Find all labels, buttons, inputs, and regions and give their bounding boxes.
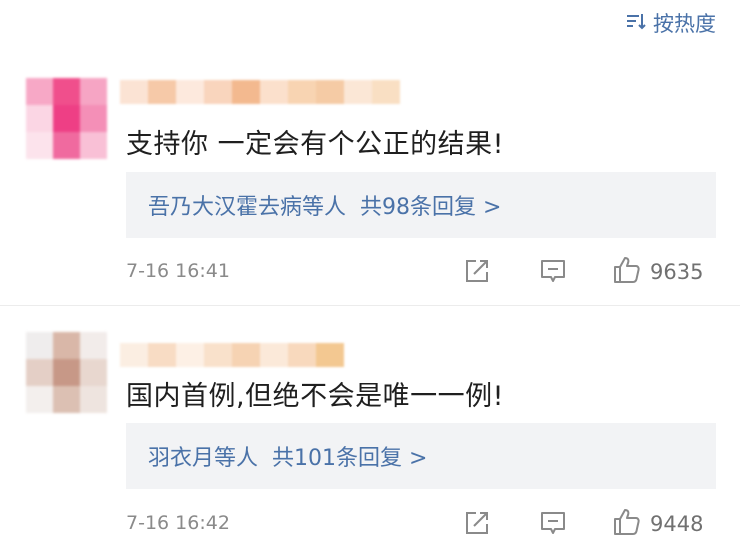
comment-time: 7-16 16:42	[126, 512, 230, 534]
reply-count-link[interactable]: 共98条回复 >	[360, 189, 501, 221]
comment-text: 国内首例,但绝不会是唯一一例!	[126, 381, 504, 412]
avatar-mosaic-cell	[26, 132, 53, 159]
username-mosaic-cell	[260, 80, 288, 104]
avatar-mosaic-cell	[53, 78, 80, 105]
divider	[0, 305, 740, 306]
avatar-mosaic-cell	[80, 78, 107, 105]
avatar[interactable]	[26, 78, 108, 160]
username-mosaic-cell	[148, 343, 176, 367]
username-mosaic-cell	[288, 80, 316, 104]
sort-icon	[625, 10, 647, 37]
username-mosaic-cell	[316, 80, 344, 104]
avatar[interactable]	[26, 332, 108, 414]
username-mosaic-cell	[260, 343, 288, 367]
username[interactable]	[120, 343, 344, 367]
username[interactable]	[120, 80, 400, 104]
thumbs-up-icon	[612, 255, 642, 289]
share-icon	[462, 256, 492, 290]
comment-icon	[538, 508, 568, 542]
comment-text: 支持你 一定会有个公正的结果!	[126, 129, 504, 160]
username-mosaic-cell	[120, 80, 148, 104]
avatar-mosaic-cell	[53, 332, 80, 359]
avatar-mosaic-cell	[26, 332, 53, 359]
comment-icon	[538, 256, 568, 290]
username-mosaic-cell	[232, 343, 260, 367]
reply-names: 羽衣月等人	[148, 446, 259, 471]
comment-time: 7-16 16:41	[126, 260, 230, 282]
avatar-mosaic-cell	[80, 105, 107, 132]
like-count: 9448	[650, 512, 704, 536]
reply-summary[interactable]: 吾乃大汉霍去病等人 共98条回复 >	[126, 172, 716, 238]
avatar-mosaic-cell	[80, 359, 107, 386]
avatar-mosaic-cell	[53, 105, 80, 132]
comment-button[interactable]	[538, 508, 568, 542]
reply-names: 吾乃大汉霍去病等人	[148, 195, 347, 220]
avatar-mosaic-cell	[26, 359, 53, 386]
avatar-mosaic-cell	[26, 78, 53, 105]
share-button[interactable]	[462, 508, 492, 542]
avatar-mosaic-cell	[80, 132, 107, 159]
like-button[interactable]: 9635	[612, 255, 703, 289]
like-count: 9635	[650, 260, 704, 284]
username-mosaic-cell	[288, 343, 316, 367]
username-mosaic-cell	[316, 343, 344, 367]
reply-summary[interactable]: 羽衣月等人 共101条回复 >	[126, 423, 716, 489]
sort-by-hot-button[interactable]: 按热度	[625, 8, 716, 38]
avatar-mosaic-cell	[80, 386, 107, 413]
comment-button[interactable]	[538, 256, 568, 290]
avatar-mosaic-cell	[53, 359, 80, 386]
avatar-mosaic-cell	[53, 132, 80, 159]
username-mosaic-cell	[204, 343, 232, 367]
avatar-mosaic-cell	[53, 386, 80, 413]
avatar-mosaic-cell	[80, 332, 107, 359]
username-mosaic-cell	[344, 80, 372, 104]
username-mosaic-cell	[372, 80, 400, 104]
avatar-mosaic-cell	[26, 386, 53, 413]
thumbs-up-icon	[612, 507, 642, 541]
username-mosaic-cell	[204, 80, 232, 104]
username-mosaic-cell	[120, 343, 148, 367]
sort-label: 按热度	[653, 12, 716, 36]
username-mosaic-cell	[176, 343, 204, 367]
username-mosaic-cell	[176, 80, 204, 104]
avatar-mosaic-cell	[26, 105, 53, 132]
share-icon	[462, 508, 492, 542]
reply-count-link[interactable]: 共101条回复 >	[272, 440, 427, 472]
like-button[interactable]: 9448	[612, 507, 703, 541]
username-mosaic-cell	[232, 80, 260, 104]
username-mosaic-cell	[148, 80, 176, 104]
share-button[interactable]	[462, 256, 492, 290]
